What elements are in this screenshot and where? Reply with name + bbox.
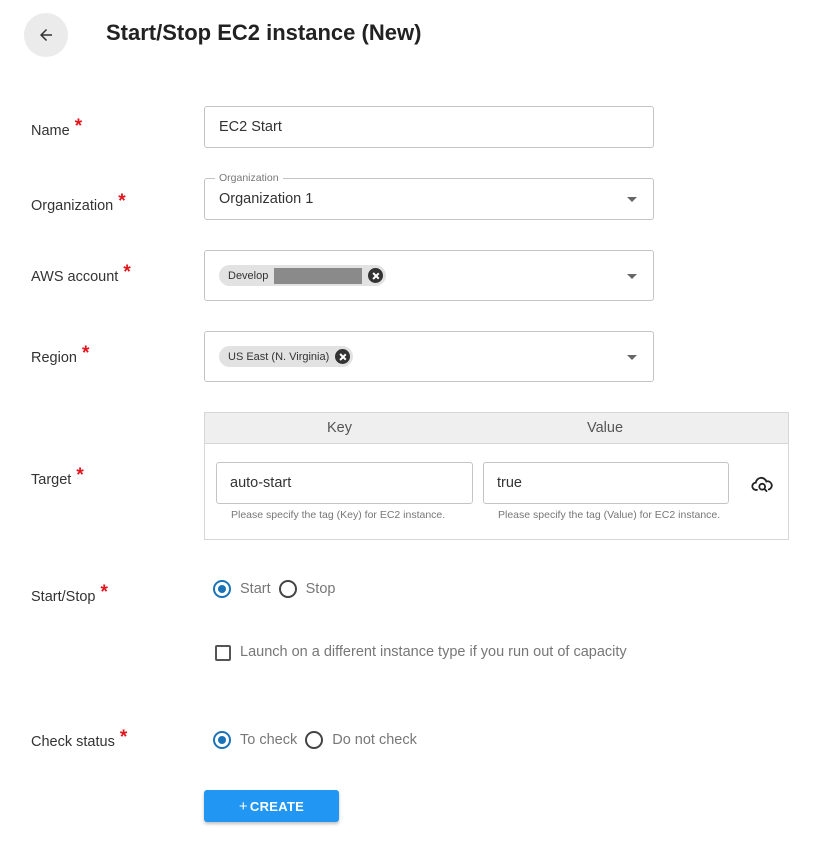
required-mark: * xyxy=(74,116,83,137)
launch-different-type-checkbox[interactable] xyxy=(215,645,231,661)
aws-account-select[interactable]: Develop xyxy=(204,250,654,301)
aws-account-chip: Develop xyxy=(219,265,387,286)
stop-radio-label[interactable]: Stop xyxy=(306,581,336,597)
tag-key-helper: Please specify the tag (Key) for EC2 ins… xyxy=(231,509,446,521)
create-button-label: CREATE xyxy=(249,798,305,814)
chip-remove-icon[interactable] xyxy=(335,349,351,364)
plus-icon: + xyxy=(238,797,248,815)
organization-label: Organization * xyxy=(31,191,126,214)
required-mark: * xyxy=(119,727,128,748)
tag-value-helper: Please specify the tag (Value) for EC2 i… xyxy=(498,509,721,521)
caret-down-icon xyxy=(627,197,637,202)
cloud-search-icon[interactable] xyxy=(751,474,773,494)
required-mark: * xyxy=(123,262,131,283)
key-header: Key xyxy=(327,420,352,436)
required-mark: * xyxy=(100,582,108,603)
caret-down-icon xyxy=(627,273,637,279)
name-value: EC2 Start xyxy=(219,119,282,135)
value-header: Value xyxy=(587,420,624,436)
check-status-label: Check status * xyxy=(31,727,128,750)
start-radio[interactable] xyxy=(213,580,231,598)
to-check-radio[interactable] xyxy=(213,731,231,749)
required-mark: * xyxy=(81,343,90,364)
tag-value-input[interactable]: true xyxy=(483,462,729,504)
start-radio-label[interactable]: Start xyxy=(240,581,271,597)
stop-radio[interactable] xyxy=(278,580,297,598)
redacted-block xyxy=(274,267,363,284)
organization-value: Organization 1 xyxy=(219,191,314,207)
chip-remove-icon[interactable] xyxy=(368,268,384,283)
page-title: Start/Stop EC2 instance (New) xyxy=(106,20,422,45)
region-select[interactable]: US East (N. Virginia) xyxy=(204,331,654,382)
region-chip: US East (N. Virginia) xyxy=(219,346,354,367)
back-button[interactable] xyxy=(24,13,68,57)
arrow-left-icon xyxy=(40,29,52,41)
to-check-radio-label[interactable]: To check xyxy=(240,732,297,748)
target-table-header: Key Value xyxy=(205,413,788,444)
target-label: Target * xyxy=(31,465,84,488)
required-mark: * xyxy=(76,465,84,486)
organization-select[interactable]: Organization Organization 1 xyxy=(204,172,654,220)
tag-key-input[interactable]: auto-start xyxy=(216,462,473,504)
name-input[interactable]: EC2 Start xyxy=(204,106,654,148)
create-button[interactable]: + CREATE xyxy=(204,790,339,822)
organization-legend: Organization xyxy=(215,172,283,184)
do-not-check-radio[interactable] xyxy=(305,731,324,749)
caret-down-icon xyxy=(627,354,637,360)
launch-different-type-label[interactable]: Launch on a different instance type if y… xyxy=(240,644,627,660)
required-mark: * xyxy=(118,191,126,212)
start-stop-radio-group: Start Stop xyxy=(213,580,343,598)
region-label: Region * xyxy=(31,343,90,366)
do-not-check-radio-label[interactable]: Do not check xyxy=(332,732,417,748)
check-status-radio-group: To check Do not check xyxy=(213,731,425,749)
name-label: Name * xyxy=(31,116,83,139)
start-stop-label: Start/Stop * xyxy=(31,582,108,605)
target-tag-table: Key Value auto-start true Please specify… xyxy=(204,412,789,540)
aws-account-label: AWS account * xyxy=(31,262,131,285)
